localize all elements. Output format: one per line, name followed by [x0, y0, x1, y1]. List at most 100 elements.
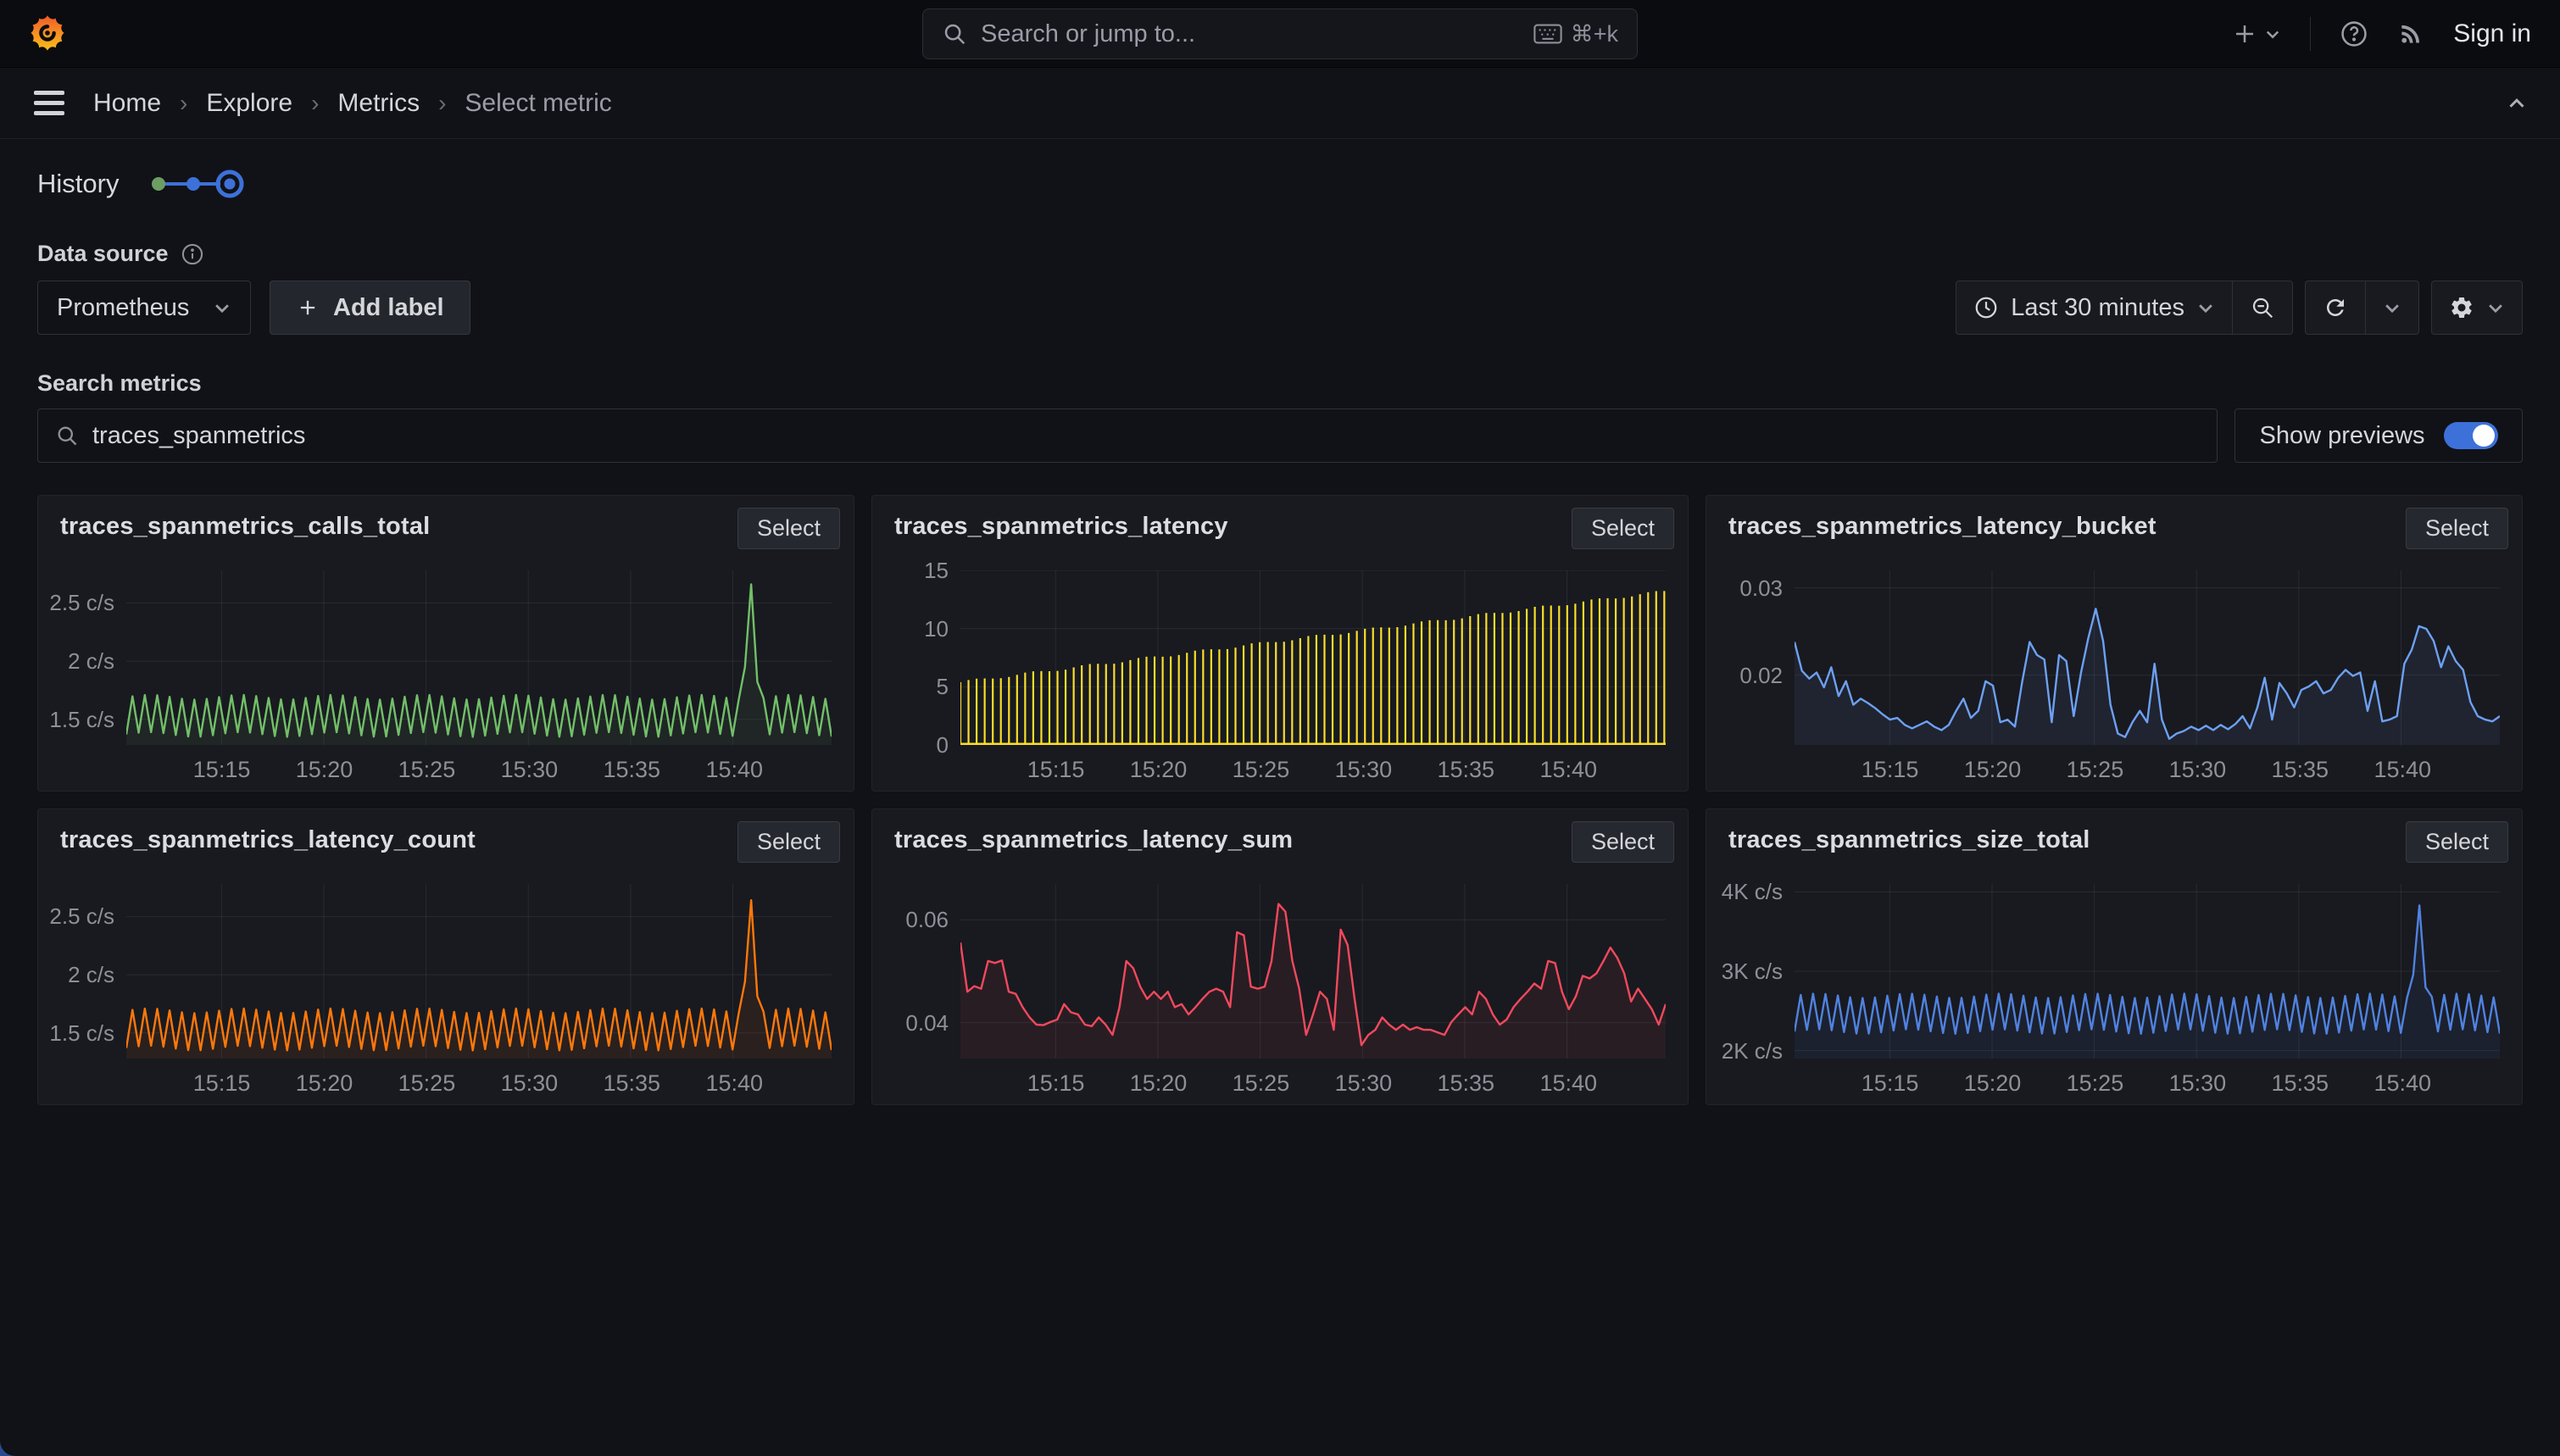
- y-axis-tick-label: 4K c/s: [1706, 879, 1783, 904]
- x-axis-tick-label: 15:30: [2151, 1070, 2244, 1097]
- x-axis-tick-label: 15:30: [482, 1070, 576, 1097]
- y-axis-tick-label: 2 c/s: [38, 962, 114, 987]
- settings-group: [2431, 281, 2523, 335]
- x-axis-tick-label: 15:20: [1112, 757, 1205, 783]
- help-button[interactable]: [2340, 19, 2368, 48]
- chevron-up-icon: [2504, 91, 2529, 116]
- chart-plot-area: [960, 884, 1666, 1059]
- grafana-logo-icon[interactable]: [29, 14, 66, 54]
- chevron-down-icon: [2383, 298, 2401, 317]
- search-metrics-label: Search metrics: [37, 370, 2523, 397]
- x-axis-tick-label: 15:35: [1419, 757, 1512, 783]
- explore-metrics-content: History Data source Prometheus: [0, 139, 2560, 1105]
- refresh-interval-button[interactable]: [2365, 281, 2418, 334]
- refresh-icon: [2323, 295, 2348, 320]
- x-axis-tick-label: 15:30: [1316, 757, 1410, 783]
- breadcrumb-metrics[interactable]: Metrics: [337, 89, 420, 118]
- metric-panel-title: traces_spanmetrics_calls_total: [60, 513, 430, 541]
- metric-panel-latency: traces_spanmetrics_latencySelect15105015…: [871, 495, 1689, 792]
- x-axis-tick-label: 15:30: [1316, 1070, 1410, 1097]
- metric-select-button[interactable]: Select: [1572, 508, 1674, 549]
- y-axis-tick-label: 0.06: [872, 907, 949, 932]
- x-axis-tick-label: 15:40: [1522, 757, 1615, 783]
- x-axis-tick-label: 15:40: [687, 1070, 781, 1097]
- metric-select-button[interactable]: Select: [2406, 821, 2508, 863]
- x-axis-tick-label: 15:25: [380, 757, 473, 783]
- rss-icon: [2397, 20, 2424, 47]
- settings-button[interactable]: [2432, 281, 2522, 334]
- datasource-picker[interactable]: Prometheus: [37, 281, 251, 335]
- time-range-group: Last 30 minutes: [1956, 281, 2293, 335]
- show-previews-control: Show previews: [2234, 408, 2523, 463]
- metric-panel-title: traces_spanmetrics_latency_count: [60, 826, 476, 854]
- refresh-button[interactable]: [2306, 281, 2365, 334]
- menu-toggle-icon[interactable]: [31, 86, 68, 120]
- metric-panel-title: traces_spanmetrics_latency: [894, 513, 1228, 541]
- metric-select-button[interactable]: Select: [2406, 508, 2508, 549]
- global-search-placeholder: Search or jump to...: [981, 20, 1520, 48]
- zoom-out-button[interactable]: [2232, 281, 2292, 334]
- x-axis-tick-label: 15:35: [585, 1070, 678, 1097]
- global-search-box[interactable]: Search or jump to... ⌘+k: [922, 8, 1638, 59]
- y-axis-tick-label: 2K c/s: [1706, 1038, 1783, 1064]
- history-trail-icon[interactable]: [149, 166, 246, 202]
- y-axis-tick-label: 2.5 c/s: [38, 903, 114, 929]
- breadcrumb-home[interactable]: Home: [93, 89, 161, 118]
- show-previews-label: Show previews: [2259, 422, 2424, 450]
- x-axis-tick-label: 15:25: [380, 1070, 473, 1097]
- x-axis-tick-label: 15:40: [2356, 757, 2449, 783]
- metric-panel-latency_count: traces_spanmetrics_latency_count Select 2.…: [37, 809, 854, 1105]
- news-button[interactable]: [2397, 20, 2424, 47]
- metric-select-button[interactable]: Select: [1572, 821, 1674, 863]
- breadcrumb-explore[interactable]: Explore: [206, 89, 292, 118]
- info-icon[interactable]: [181, 242, 204, 266]
- add-label-text: Add label: [333, 294, 444, 322]
- x-axis-tick-label: 15:20: [278, 757, 371, 783]
- collapse-header-button[interactable]: [2504, 91, 2529, 116]
- x-axis-tick-label: 15:30: [482, 757, 576, 783]
- gear-icon: [2449, 295, 2474, 320]
- x-axis-tick-label: 15:15: [1844, 1070, 1937, 1097]
- chevron-down-icon: [213, 298, 231, 317]
- metric-select-button[interactable]: Select: [737, 821, 840, 863]
- search-icon: [942, 21, 967, 47]
- breadcrumb: Home › Explore › Metrics › Select metric: [93, 89, 612, 118]
- x-axis-tick-label: 15:15: [1010, 757, 1103, 783]
- chart-plot-area: [1795, 884, 2500, 1059]
- history-row: History: [37, 166, 2523, 202]
- x-axis-tick-label: 15:35: [585, 757, 678, 783]
- breadcrumb-separator: ›: [180, 90, 187, 117]
- breadcrumb-separator: ›: [311, 90, 319, 117]
- metric-panel-title: traces_spanmetrics_latency_bucket: [1728, 513, 2157, 541]
- time-range-picker[interactable]: Last 30 minutes: [1956, 281, 2232, 334]
- x-axis-tick-label: 15:40: [687, 757, 781, 783]
- x-axis-tick-label: 15:35: [2253, 1070, 2346, 1097]
- y-axis-tick-label: 0: [872, 732, 949, 758]
- clock-icon: [1973, 295, 1999, 320]
- topbar-actions: Sign in: [2232, 17, 2531, 51]
- y-axis-tick-label: 3K c/s: [1706, 959, 1783, 984]
- x-axis-tick-label: 15:20: [278, 1070, 371, 1097]
- sign-in-button[interactable]: Sign in: [2453, 19, 2531, 48]
- metric-panel-title: traces_spanmetrics_size_total: [1728, 826, 2090, 854]
- metric-select-button[interactable]: Select: [737, 508, 840, 549]
- chart-plot-area: [126, 884, 832, 1059]
- x-axis-tick-label: 15:15: [175, 757, 269, 783]
- metric-panel-calls_total: traces_spanmetrics_calls_totalSelect2.5 …: [37, 495, 854, 792]
- metrics-search-input[interactable]: [92, 422, 2200, 450]
- new-menu-button[interactable]: [2232, 21, 2281, 47]
- metric-panel-latency_bucket: traces_spanmetrics_latency_bucketSelect0…: [1706, 495, 2523, 792]
- metrics-search-field: [37, 408, 2218, 463]
- x-axis-tick-label: 15:30: [2151, 757, 2244, 783]
- refresh-group: [2305, 281, 2419, 335]
- show-previews-toggle[interactable]: [2444, 422, 2498, 449]
- x-axis-tick-label: 15:35: [1419, 1070, 1512, 1097]
- top-bar: Search or jump to... ⌘+k: [0, 0, 2560, 68]
- x-axis-tick-label: 15:25: [1214, 757, 1307, 783]
- add-label-button[interactable]: Add label: [270, 281, 470, 335]
- search-metrics-row: Show previews: [37, 408, 2523, 463]
- x-axis-tick-label: 15:20: [1946, 1070, 2040, 1097]
- x-axis-tick-label: 15:40: [1522, 1070, 1615, 1097]
- y-axis-tick-label: 0.04: [872, 1010, 949, 1036]
- search-icon: [55, 424, 79, 447]
